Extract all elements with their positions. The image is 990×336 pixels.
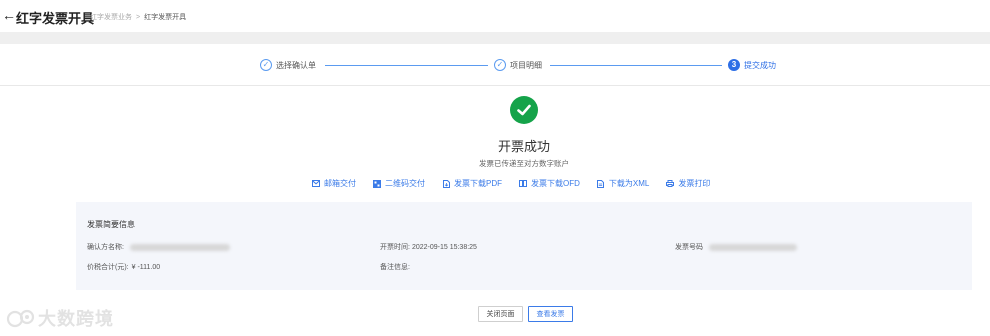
redacted-value bbox=[129, 243, 230, 251]
issue-time-value: 2022-09-15 15:38:25 bbox=[411, 243, 477, 251]
watermark-logo-icon bbox=[6, 309, 35, 328]
watermark: 大数跨境 bbox=[6, 305, 114, 331]
action-email-delivery[interactable]: 邮箱交付 bbox=[312, 178, 356, 189]
action-label: 发票下载PDF bbox=[454, 179, 502, 188]
page-header: ← 红字发票开具 红字发票业务 > 红字发票开具 bbox=[0, 0, 990, 32]
action-label: 邮箱交付 bbox=[324, 179, 356, 188]
page-title: 红字发票开具 bbox=[16, 11, 95, 26]
back-arrow-icon[interactable]: ← bbox=[2, 8, 16, 22]
step-number-badge: 3 bbox=[728, 59, 740, 71]
step-select-confirmation: ✓ 选择确认单 bbox=[260, 59, 316, 71]
action-label: 二维码交付 bbox=[385, 179, 425, 188]
total-amount-field: 价税合计(元): ¥ -111.00 bbox=[87, 262, 160, 272]
book-icon bbox=[519, 180, 527, 188]
issue-time-label: 开票时间: bbox=[380, 244, 410, 251]
watermark-text: 大数跨境 bbox=[38, 309, 114, 329]
delivery-actions: 邮箱交付 二维码交付 发票下载PDF 发票下载OFD 下载为XML 发票打印 bbox=[312, 178, 727, 189]
total-amount-label: 价税合计(元): bbox=[87, 264, 129, 271]
qrcode-icon bbox=[373, 179, 381, 188]
success-check-icon bbox=[510, 96, 538, 124]
breadcrumb-item-current: 红字发票开具 bbox=[144, 14, 187, 21]
progress-steps: ✓ 选择确认单 ✓ 项目明细 3 提交成功 bbox=[0, 44, 990, 86]
invoice-number-field: 发票号码 bbox=[675, 242, 797, 252]
step-label: 项目明细 bbox=[510, 60, 542, 70]
invoice-summary-panel: 发票简要信息 确认方名称: 价税合计(元): ¥ -111.00 开票时间: 2… bbox=[76, 202, 972, 290]
header-divider-band bbox=[0, 32, 990, 44]
action-download-pdf[interactable]: 发票下载PDF bbox=[442, 178, 502, 189]
step-label: 选择确认单 bbox=[276, 60, 316, 70]
action-download-ofd[interactable]: 发票下载OFD bbox=[519, 178, 580, 189]
view-invoice-button[interactable]: 查看发票 bbox=[528, 306, 573, 322]
step-check-icon: ✓ bbox=[260, 59, 272, 71]
printer-icon bbox=[666, 180, 675, 188]
file-icon bbox=[597, 179, 605, 188]
remark-label: 备注信息: bbox=[380, 264, 410, 271]
action-label: 发票下载OFD bbox=[531, 179, 580, 188]
confirm-party-label: 确认方名称: bbox=[87, 244, 124, 251]
step-submit-success: 3 提交成功 bbox=[728, 59, 776, 71]
success-title: 开票成功 bbox=[497, 139, 550, 154]
redacted-value bbox=[709, 243, 797, 251]
breadcrumb-item-parent[interactable]: 红字发票业务 bbox=[90, 12, 132, 22]
file-download-icon bbox=[442, 179, 450, 188]
mail-icon bbox=[312, 180, 320, 188]
close-page-button[interactable]: 关闭页面 bbox=[478, 306, 523, 322]
remark-field: 备注信息: bbox=[380, 262, 410, 272]
breadcrumb: 红字发票业务 > 红字发票开具 bbox=[90, 12, 186, 22]
action-label: 下载为XML bbox=[608, 179, 650, 188]
summary-title: 发票简要信息 bbox=[87, 220, 135, 229]
step-check-icon: ✓ bbox=[494, 59, 506, 71]
total-amount-value: ¥ -111.00 bbox=[131, 263, 161, 271]
action-label: 发票打印 bbox=[678, 179, 711, 188]
step-label: 提交成功 bbox=[744, 60, 776, 70]
step-connector bbox=[550, 65, 722, 66]
success-subtitle: 发票已传递至对方数字账户 bbox=[479, 159, 569, 168]
invoice-number-label: 发票号码 bbox=[675, 244, 703, 251]
action-print-invoice[interactable]: 发票打印 bbox=[666, 178, 710, 189]
breadcrumb-separator: > bbox=[136, 13, 141, 21]
confirm-party-field: 确认方名称: bbox=[87, 242, 230, 252]
step-item-details: ✓ 项目明细 bbox=[494, 59, 542, 71]
action-qrcode-delivery[interactable]: 二维码交付 bbox=[373, 178, 425, 189]
step-connector bbox=[325, 65, 488, 66]
issue-time-field: 开票时间: 2022-09-15 15:38:25 bbox=[380, 242, 477, 252]
action-download-xml[interactable]: 下载为XML bbox=[597, 178, 649, 189]
